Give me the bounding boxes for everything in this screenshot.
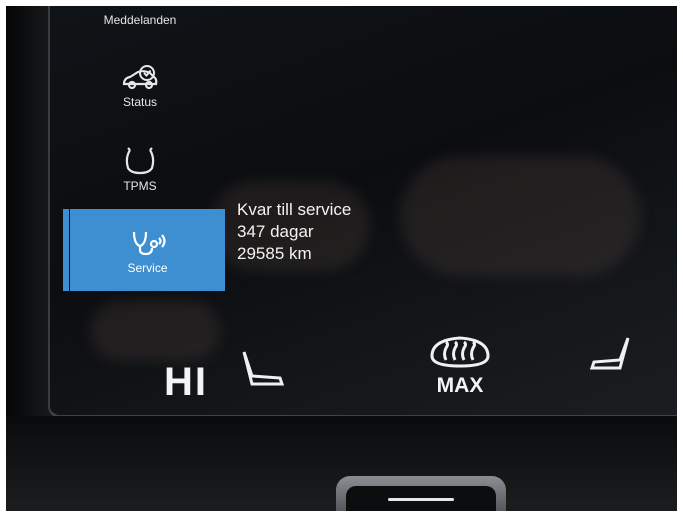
tire-pressure-icon xyxy=(125,146,155,174)
service-days-remaining: 347 dagar xyxy=(237,222,314,241)
home-button[interactable] xyxy=(336,476,506,511)
left-fan-hi-button[interactable]: HI xyxy=(164,360,208,405)
sidebar-item-label: Service xyxy=(127,260,168,275)
defrost-max-label: MAX xyxy=(436,374,484,397)
left-seat-heat-button[interactable] xyxy=(238,348,288,390)
infotainment-screen: Meddelanden Status TPMS Service Kvar til… xyxy=(48,6,677,418)
sidebar-item-label: TPMS xyxy=(123,178,157,193)
home-line-icon xyxy=(388,498,454,501)
right-seat-heat-button[interactable] xyxy=(590,336,634,374)
front-defrost-icon xyxy=(430,336,490,368)
sidebar-item-label: Status xyxy=(122,94,158,109)
service-wrench-icon xyxy=(132,231,166,255)
service-distance-remaining: 29585 km xyxy=(237,244,312,263)
left-fan-label: HI xyxy=(164,360,208,404)
selected-indicator xyxy=(63,209,69,291)
car-check-icon xyxy=(122,64,158,89)
service-info-panel: Kvar till service 347 dagar 29585 km xyxy=(237,199,351,265)
photo-frame: Meddelanden Status TPMS Service Kvar til… xyxy=(6,6,677,511)
sidebar-item-tpms[interactable]: TPMS xyxy=(70,136,210,202)
seat-heat-icon xyxy=(242,351,285,386)
sidebar-item-label: Meddelanden xyxy=(103,13,177,27)
seat-heat-icon xyxy=(590,337,630,370)
sidebar-item-status[interactable]: Status xyxy=(70,54,210,118)
sidebar-item-meddelanden[interactable]: Meddelanden xyxy=(70,6,210,34)
climate-bar: HI MAX xyxy=(110,326,677,411)
service-info-title: Kvar till service xyxy=(237,200,352,219)
defrost-max-button[interactable]: MAX xyxy=(428,332,492,398)
sidebar-item-service[interactable]: Service xyxy=(70,209,225,291)
